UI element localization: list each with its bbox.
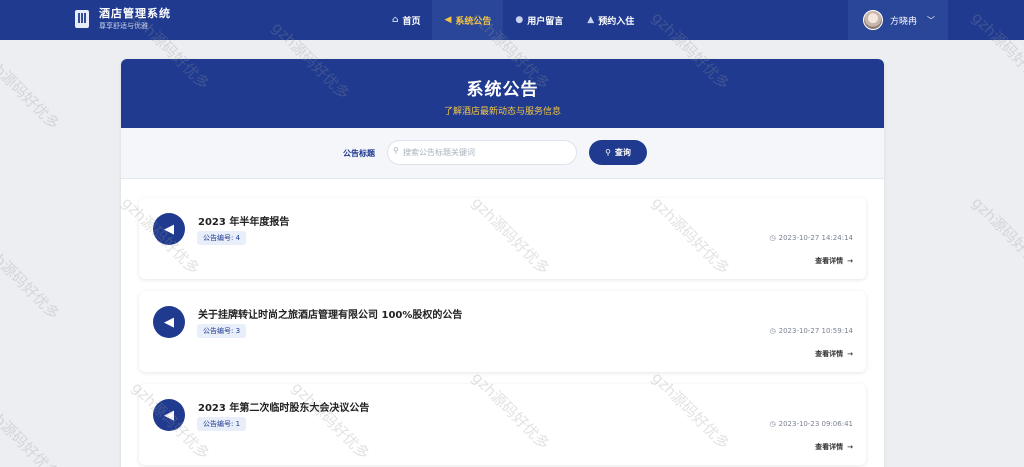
announcement-date: ◷ 2023-10-27 10:59:14 bbox=[770, 327, 853, 335]
nav-label: 预约入住 bbox=[598, 16, 635, 27]
list-item[interactable]: ◀ 2023 年半年度报告 公告编号: 4 ◷ 2023-10-27 14:24:… bbox=[139, 198, 866, 279]
brand-subtitle: 尊享舒适与优雅 bbox=[99, 22, 148, 30]
watermark: gzh源码好优多 bbox=[0, 48, 63, 134]
page-subtitle: 了解酒店最新动态与服务信息 bbox=[443, 107, 561, 117]
view-details-label: 查看详情 bbox=[815, 350, 844, 358]
avatar bbox=[863, 10, 883, 30]
announcement-number-badge: 公告编号: 1 bbox=[197, 417, 247, 431]
hotel-icon: ▲ bbox=[587, 15, 595, 25]
top-navbar: 酒店管理系统 尊享舒适与优雅 ⌂ 首页 ◀ 系统公告 ● 用户留言 ▲ 预约入住… bbox=[0, 0, 1024, 40]
nav-item-booking[interactable]: ▲ 预约入住 bbox=[575, 0, 646, 40]
clock-icon: ◷ bbox=[769, 234, 776, 242]
date-text: 2023-10-27 14:24:14 bbox=[778, 234, 853, 242]
nav-label: 系统公告 bbox=[455, 16, 492, 27]
date-text: 2023-10-27 10:59:14 bbox=[778, 327, 853, 335]
search-icon: ⚲ bbox=[605, 148, 611, 157]
megaphone-icon: ◀ bbox=[153, 306, 185, 338]
announcements-panel: 系统公告 了解酒店最新动态与服务信息 公告标题 ⚲ ⚲ 查询 ◀ 2023 年半… bbox=[121, 59, 884, 467]
username: 方晓冉 bbox=[890, 16, 918, 27]
search-icon: ⚲ bbox=[393, 146, 399, 155]
announcement-number-badge: 公告编号: 4 bbox=[197, 231, 247, 245]
view-details-link[interactable]: 查看详情 → bbox=[815, 256, 853, 266]
nav-item-announcements[interactable]: ◀ 系统公告 bbox=[432, 0, 504, 40]
hotel-logo-icon bbox=[75, 10, 89, 28]
watermark: gzh源码好优多 bbox=[0, 238, 63, 324]
nav-item-messages[interactable]: ● 用户留言 bbox=[503, 0, 575, 40]
hero-header: 系统公告 了解酒店最新动态与服务信息 bbox=[121, 59, 884, 128]
view-details-link[interactable]: 查看详情 → bbox=[815, 349, 853, 359]
watermark: gzh源码好优多 bbox=[0, 398, 63, 467]
announcement-date: ◷ 2023-10-23 09:06:41 bbox=[770, 420, 853, 428]
list-item[interactable]: ◀ 关于挂牌转让时尚之旅酒店管理有限公司 100%股权的公告 公告编号: 3 ◷… bbox=[139, 291, 866, 372]
home-icon: ⌂ bbox=[392, 15, 399, 25]
arrow-right-icon: → bbox=[847, 443, 853, 451]
clock-icon: ◷ bbox=[769, 327, 776, 335]
clock-icon: ◷ bbox=[769, 420, 776, 428]
announcement-date: ◷ 2023-10-27 14:24:14 bbox=[770, 234, 853, 242]
view-details-link[interactable]: 查看详情 → bbox=[815, 442, 853, 452]
nav-label: 用户留言 bbox=[527, 16, 564, 27]
arrow-right-icon: → bbox=[847, 350, 853, 358]
main-nav: ⌂ 首页 ◀ 系统公告 ● 用户留言 ▲ 预约入住 bbox=[380, 0, 646, 40]
search-bar: 公告标题 ⚲ ⚲ 查询 bbox=[121, 128, 884, 179]
announcement-title[interactable]: 2023 年半年度报告 bbox=[198, 213, 289, 228]
announcement-title[interactable]: 关于挂牌转让时尚之旅酒店管理有限公司 100%股权的公告 bbox=[198, 306, 462, 321]
megaphone-icon: ◀ bbox=[153, 213, 185, 245]
megaphone-icon: ◀ bbox=[153, 399, 185, 431]
search-label: 公告标题 bbox=[343, 149, 375, 158]
view-details-label: 查看详情 bbox=[815, 257, 844, 265]
date-text: 2023-10-23 09:06:41 bbox=[778, 420, 853, 428]
announcement-title[interactable]: 2023 年第二次临时股东大会决议公告 bbox=[198, 399, 369, 414]
list-item[interactable]: ◀ 2023 年第二次临时股东大会决议公告 公告编号: 1 ◷ 2023-10-2… bbox=[139, 384, 866, 465]
announcement-list: ◀ 2023 年半年度报告 公告编号: 4 ◷ 2023-10-27 14:24:… bbox=[139, 198, 866, 467]
megaphone-icon: ◀ bbox=[444, 15, 452, 25]
watermark: gzh源码好优多 bbox=[968, 193, 1024, 279]
arrow-right-icon: → bbox=[847, 257, 853, 265]
nav-item-home[interactable]: ⌂ 首页 bbox=[380, 0, 432, 40]
chat-icon: ● bbox=[515, 15, 524, 25]
announcement-number-badge: 公告编号: 3 bbox=[197, 324, 247, 338]
search-button-label: 查询 bbox=[614, 148, 631, 157]
page-title: 系统公告 bbox=[466, 80, 539, 100]
search-input[interactable] bbox=[387, 140, 577, 165]
brand[interactable]: 酒店管理系统 尊享舒适与优雅 bbox=[75, 7, 171, 31]
chevron-down-icon: ﹀ bbox=[927, 15, 936, 25]
search-button[interactable]: ⚲ 查询 bbox=[589, 140, 647, 165]
user-menu[interactable]: 方晓冉 ﹀ bbox=[848, 0, 948, 40]
nav-label: 首页 bbox=[402, 16, 421, 27]
brand-title: 酒店管理系统 bbox=[99, 7, 171, 20]
view-details-label: 查看详情 bbox=[815, 443, 844, 451]
